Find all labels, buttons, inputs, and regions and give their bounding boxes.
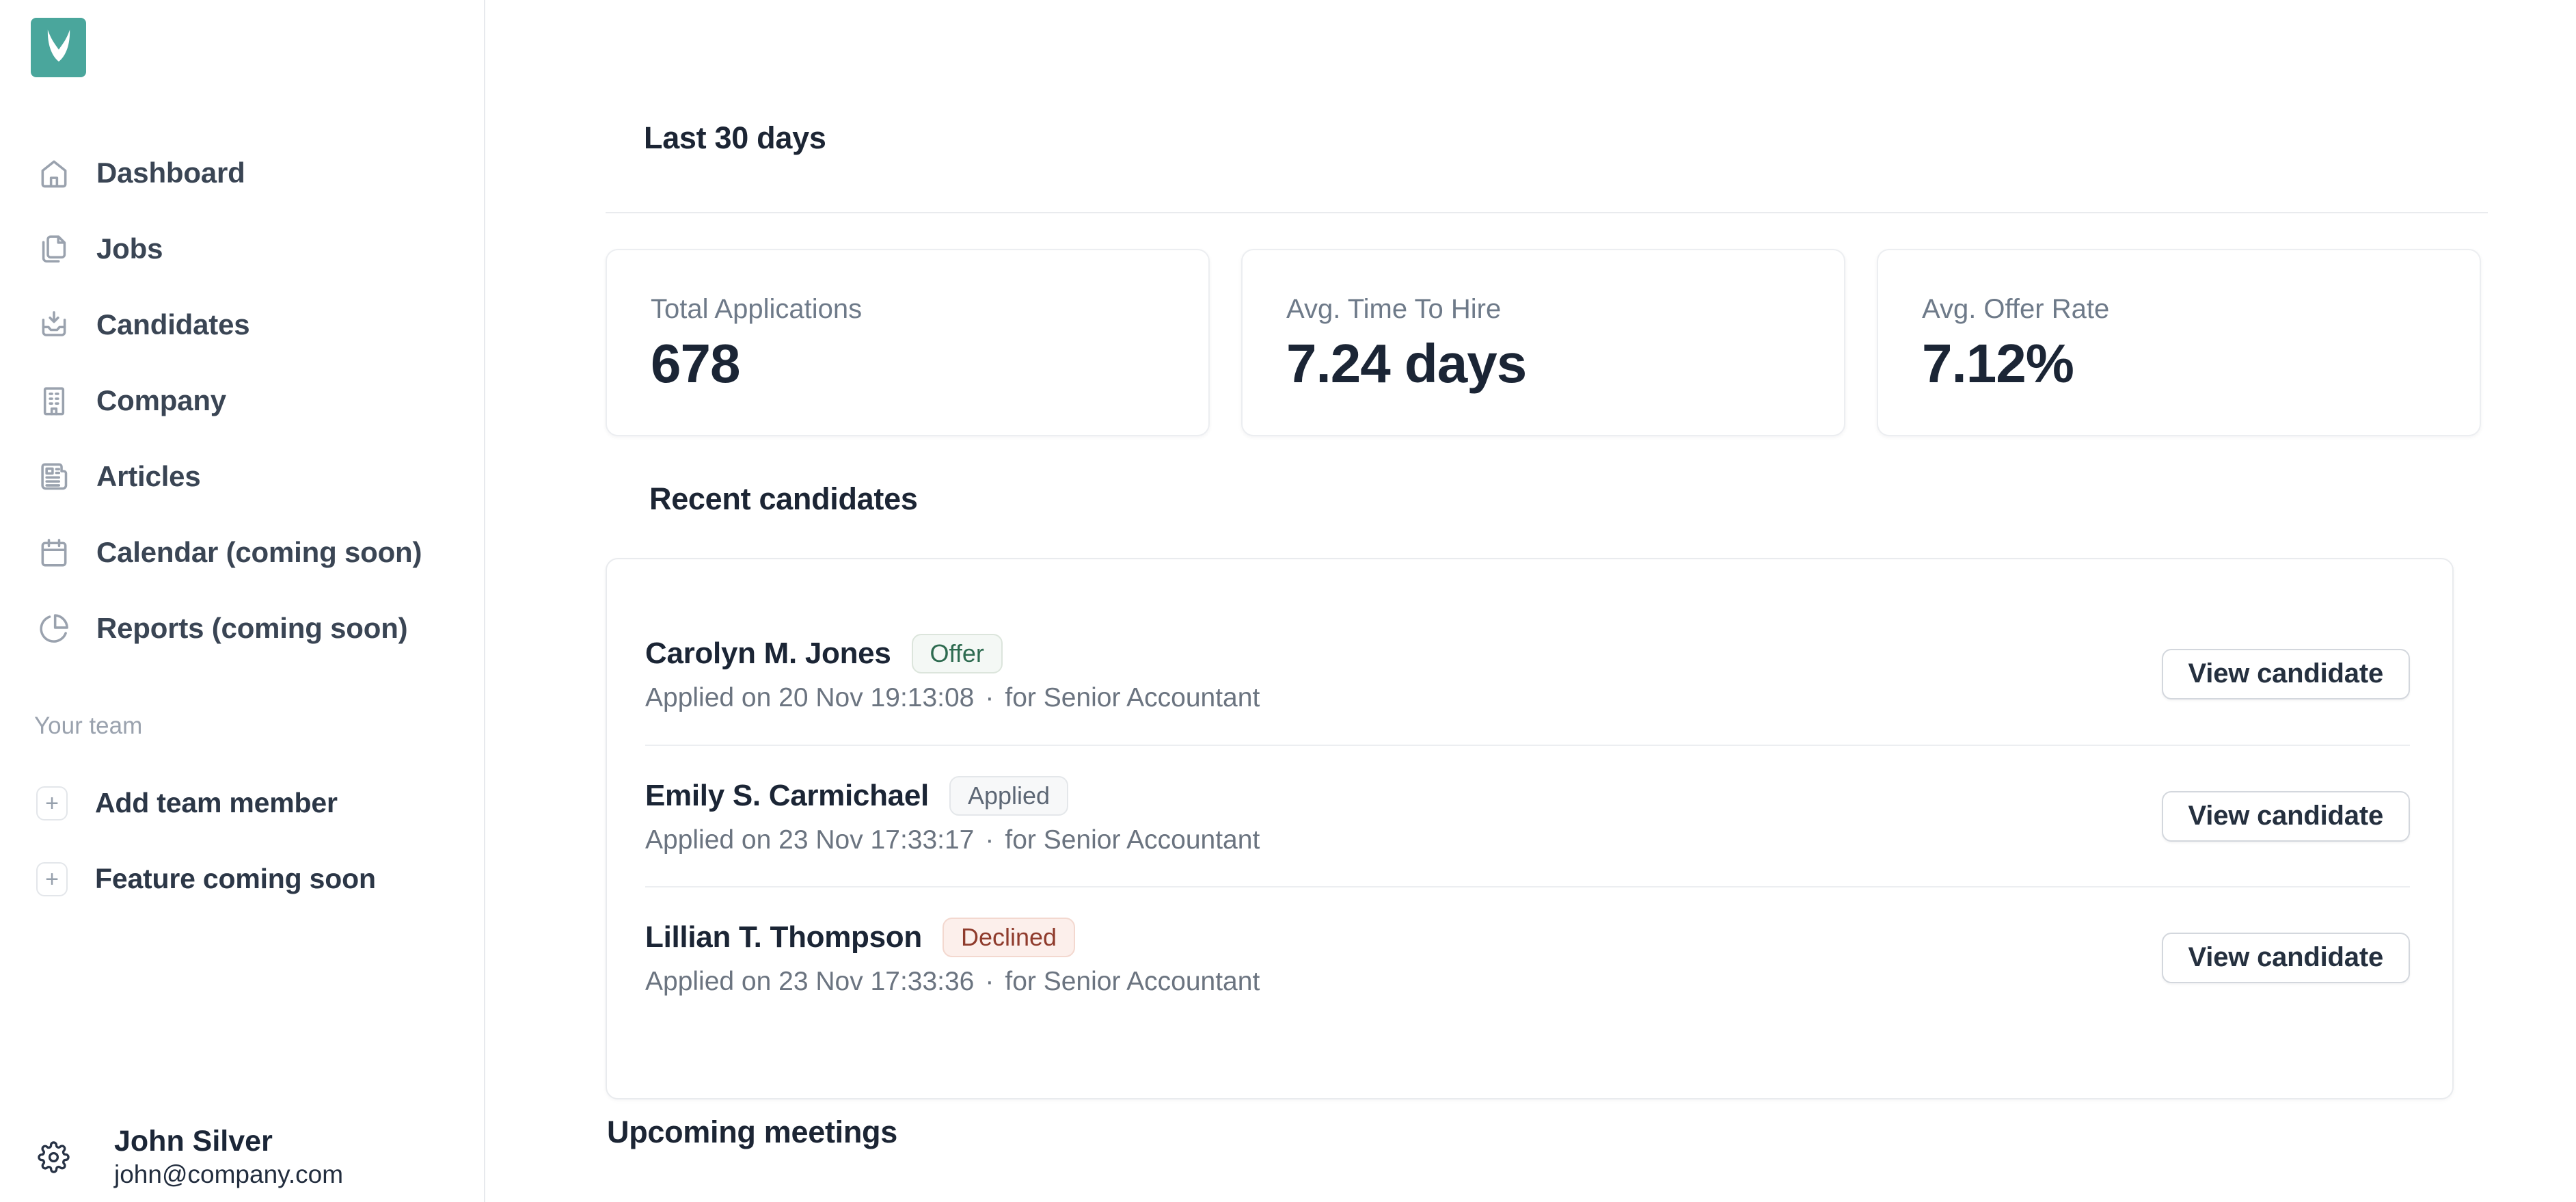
pie-chart-icon — [36, 611, 72, 646]
candidate-meta: Applied on 23 Nov 17:33:36 · for Senior … — [645, 966, 1260, 998]
plus-icon: + — [36, 786, 68, 820]
document-icon — [36, 231, 72, 267]
candidate-name: Emily S. Carmichael — [645, 779, 929, 812]
team-item-label: Feature coming soon — [95, 863, 376, 894]
app-logo[interactable] — [31, 18, 86, 77]
sidebar-item-candidates[interactable]: Candidates — [0, 286, 484, 362]
sidebar-item-calendar[interactable]: Calendar (coming soon) — [0, 514, 484, 590]
calendar-icon — [36, 535, 72, 570]
stat-value: 7.12% — [1922, 333, 2074, 394]
add-team-member-button[interactable]: + Add team member — [0, 765, 484, 841]
status-badge: Offer — [911, 634, 1003, 673]
candidate-meta: Applied on 23 Nov 17:33:17 · for Senior … — [645, 825, 1260, 856]
recent-candidates-card: Carolyn M. Jones Offer Applied on 20 Nov… — [606, 558, 2454, 1099]
sidebar-item-label: Jobs — [96, 232, 163, 265]
stat-card-total-applications: Total Applications 678 — [606, 249, 1210, 436]
main-content: Last 30 days Total Applications 678 Avg.… — [485, 0, 2576, 1202]
stats-row: Total Applications 678 Avg. Time To Hire… — [606, 249, 2488, 436]
section-divider — [606, 212, 2488, 213]
stat-value: 7.24 days — [1286, 333, 1527, 394]
candidate-name: Lillian T. Thompson — [645, 920, 922, 954]
status-badge: Declined — [942, 918, 1076, 957]
applied-timestamp: Applied on 20 Nov 19:13:08 — [645, 683, 975, 712]
sidebar-item-dashboard[interactable]: Dashboard — [0, 135, 484, 211]
gear-icon[interactable] — [37, 1140, 70, 1173]
stat-card-avg-time-to-hire: Avg. Time To Hire 7.24 days — [1241, 249, 1845, 436]
sidebar-nav: Dashboard Jobs Candidates Company Articl… — [0, 135, 484, 666]
team-section: Your team + Add team member + Feature co… — [0, 712, 484, 917]
sidebar-item-label: Candidates — [96, 308, 250, 340]
candidate-row: Carolyn M. Jones Offer Applied on 20 Nov… — [645, 603, 2410, 745]
app-root: Dashboard Jobs Candidates Company Articl… — [0, 0, 2576, 1202]
user-block: John Silver john@company.com — [37, 1123, 343, 1190]
building-icon — [36, 383, 72, 418]
sidebar-item-jobs[interactable]: Jobs — [0, 211, 484, 286]
candidate-role: for Senior Accountant — [1005, 825, 1260, 855]
sidebar-item-label: Company — [96, 384, 226, 416]
sidebar-item-label: Calendar (coming soon) — [96, 535, 422, 568]
upcoming-meetings-heading: Upcoming meetings — [607, 1114, 897, 1149]
team-section-label: Your team — [34, 712, 143, 739]
candidate-row: Emily S. Carmichael Applied Applied on 2… — [645, 745, 2410, 886]
butterfly-logo-icon — [38, 23, 80, 72]
stat-label: Avg. Time To Hire — [1286, 294, 1502, 324]
dot-separator: · — [985, 683, 994, 712]
stat-label: Avg. Offer Rate — [1922, 294, 2110, 324]
sidebar-item-label: Dashboard — [96, 156, 245, 189]
view-candidate-button[interactable]: View candidate — [2161, 932, 2410, 983]
stat-card-avg-offer-rate: Avg. Offer Rate 7.12% — [1877, 249, 2481, 436]
dot-separator: · — [985, 967, 994, 996]
candidate-meta: Applied on 20 Nov 19:13:08 · for Senior … — [645, 682, 1260, 714]
sidebar-item-label: Reports (coming soon) — [96, 611, 408, 644]
status-badge: Applied — [949, 776, 1069, 816]
sidebar-item-reports[interactable]: Reports (coming soon) — [0, 590, 484, 666]
candidate-role: for Senior Accountant — [1005, 683, 1260, 712]
period-heading: Last 30 days — [644, 120, 826, 155]
view-candidate-button[interactable]: View candidate — [2161, 648, 2410, 699]
home-icon — [36, 155, 72, 191]
view-candidate-button[interactable]: View candidate — [2161, 790, 2410, 842]
inbox-down-icon — [36, 307, 72, 343]
recent-candidates-heading: Recent candidates — [649, 481, 918, 516]
feature-coming-soon-button[interactable]: + Feature coming soon — [0, 841, 484, 917]
applied-timestamp: Applied on 23 Nov 17:33:17 — [645, 825, 975, 855]
candidate-role: for Senior Accountant — [1005, 967, 1260, 996]
newspaper-icon — [36, 459, 72, 494]
candidate-name: Carolyn M. Jones — [645, 637, 891, 670]
user-name: John Silver — [114, 1125, 273, 1158]
sidebar-item-label: Articles — [96, 459, 201, 492]
plus-icon: + — [36, 862, 68, 896]
sidebar: Dashboard Jobs Candidates Company Articl… — [0, 0, 485, 1202]
applied-timestamp: Applied on 23 Nov 17:33:36 — [645, 967, 975, 996]
sidebar-item-articles[interactable]: Articles — [0, 438, 484, 514]
sidebar-item-company[interactable]: Company — [0, 362, 484, 438]
dot-separator: · — [985, 825, 994, 855]
stat-label: Total Applications — [651, 294, 863, 324]
stat-value: 678 — [651, 333, 740, 394]
user-email: john@company.com — [114, 1160, 344, 1188]
team-item-label: Add team member — [95, 787, 338, 818]
candidate-row: Lillian T. Thompson Declined Applied on … — [645, 886, 2410, 1028]
